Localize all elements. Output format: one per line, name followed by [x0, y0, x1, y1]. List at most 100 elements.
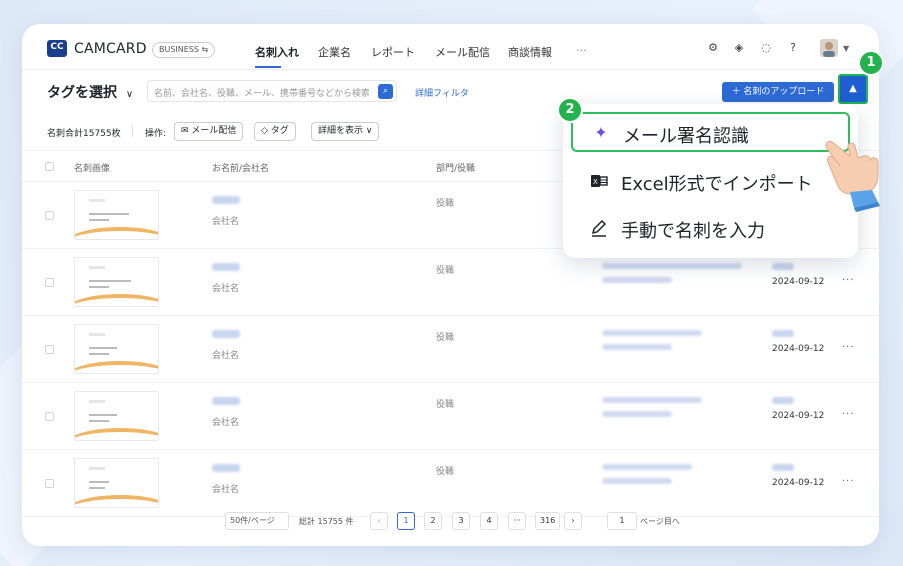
- excel-icon: X: [589, 171, 609, 191]
- page-size-select[interactable]: 50件/ページ: [225, 512, 289, 530]
- card-thumbnail[interactable]: [74, 257, 159, 307]
- mail-delivery-button[interactable]: ✉ メール配信: [174, 122, 244, 141]
- role: 役職: [436, 400, 455, 410]
- settings-icon[interactable]: ⚙: [706, 41, 720, 55]
- row-checkbox[interactable]: [45, 412, 54, 421]
- blurred-email: [602, 330, 702, 336]
- column-card-image: 名刺画像: [74, 164, 111, 174]
- table-row[interactable]: 会社名 役職 2024-09-12 ···: [22, 249, 879, 316]
- menu-item-email-signature[interactable]: ✦ メール署名認識: [571, 112, 850, 152]
- blurred-name: [212, 196, 240, 204]
- layers-icon[interactable]: ◈: [732, 41, 746, 55]
- row-checkbox[interactable]: [45, 278, 54, 287]
- active-tab-indicator: [255, 66, 281, 68]
- tab-companies[interactable]: 企業名: [318, 44, 351, 60]
- avatar[interactable]: [820, 39, 838, 57]
- card-thumbnail[interactable]: [74, 391, 159, 441]
- search-icon[interactable]: ⌕: [378, 84, 393, 99]
- divider: [132, 125, 133, 137]
- total-count: 名刺合計15755枚: [47, 129, 121, 139]
- blurred-phone: [602, 411, 672, 417]
- tag-select-label: タグを選択: [47, 85, 117, 101]
- company-name: 会社名: [212, 284, 240, 294]
- brand-name: CAMCARD: [74, 41, 147, 57]
- pagination: 50件/ページ 総計 15755 件 ‹ 1 2 3 4 ··· 316 › 1…: [22, 508, 879, 538]
- caret-up-icon: ▲: [849, 83, 857, 94]
- role: 役職: [436, 266, 455, 276]
- message-icon[interactable]: ◌: [759, 41, 773, 55]
- page-button[interactable]: 316: [535, 512, 561, 530]
- blurred-owner: [772, 263, 794, 270]
- tag-button[interactable]: ◇ タグ: [254, 122, 296, 141]
- card-thumbnail[interactable]: [74, 190, 159, 240]
- page-button[interactable]: 4: [480, 512, 498, 530]
- company-name: 会社名: [212, 351, 240, 361]
- sparkle-icon: ✦: [594, 123, 608, 142]
- tab-card-holder[interactable]: 名刺入れ: [255, 44, 299, 60]
- tab-more[interactable]: ···: [576, 44, 587, 57]
- card-thumbnail[interactable]: [74, 324, 159, 374]
- step-2-badge: 2: [557, 97, 583, 123]
- company-name: 会社名: [212, 418, 240, 428]
- blurred-owner: [772, 464, 794, 471]
- operation-label: 操作:: [145, 129, 167, 139]
- search-input[interactable]: 名前、会社名、役職、メール、携帯番号などから検索 ⌕: [147, 80, 397, 102]
- tag-select-dropdown[interactable]: タグを選択 ∨: [47, 82, 133, 102]
- page-size-label: 50件/ページ: [230, 516, 275, 525]
- next-page-icon[interactable]: ›: [564, 512, 582, 530]
- help-icon[interactable]: ?: [786, 41, 800, 55]
- search-placeholder: 名前、会社名、役職、メール、携帯番号などから検索: [154, 89, 369, 99]
- detail-filter-link[interactable]: 詳細フィルタ: [415, 86, 469, 99]
- page-button[interactable]: 2: [424, 512, 442, 530]
- menu-item-excel-import[interactable]: X Excel形式でインポート: [571, 162, 850, 202]
- show-details-button[interactable]: 詳細を表示 ∨: [311, 122, 380, 141]
- row-checkbox[interactable]: [45, 479, 54, 488]
- upload-card-button[interactable]: ＋ 名刺のアップロード: [722, 82, 834, 102]
- card-thumbnail[interactable]: [74, 458, 159, 508]
- step-1-badge: 1: [858, 50, 884, 76]
- tab-reports[interactable]: レポート: [371, 44, 415, 60]
- chevron-down-icon[interactable]: ▼: [843, 44, 849, 53]
- blurred-phone: [602, 478, 672, 484]
- upload-options-menu: ✦ メール署名認識 X Excel形式でインポート 手動で名刺を入力: [563, 104, 858, 258]
- camcard-logo: CC: [47, 40, 67, 57]
- pointing-hand-icon: [820, 132, 890, 212]
- select-all-checkbox[interactable]: [45, 162, 54, 171]
- role: 役職: [436, 199, 455, 209]
- blurred-owner: [772, 397, 794, 404]
- registered-date: 2024-09-12: [772, 277, 825, 287]
- chevron-down-icon: ∨: [125, 89, 134, 100]
- row-checkbox[interactable]: [45, 345, 54, 354]
- blurred-email: [602, 397, 702, 403]
- column-name-company: お名前/会社名: [212, 164, 270, 174]
- top-navigation: CC CAMCARD BUSINESS ⇆ 名刺入れ 企業名 レポート メール配…: [22, 24, 879, 70]
- app-window: CC CAMCARD BUSINESS ⇆ 名刺入れ 企業名 レポート メール配…: [22, 24, 879, 546]
- more-icon[interactable]: ···: [842, 409, 855, 420]
- goto-page-label: ページ目へ: [640, 517, 680, 526]
- pen-icon: [589, 218, 609, 238]
- page-ellipsis[interactable]: ···: [508, 512, 526, 530]
- more-icon[interactable]: ···: [842, 476, 855, 487]
- menu-item-manual-entry[interactable]: 手動で名刺を入力: [571, 209, 850, 249]
- table-row[interactable]: 会社名 役職 2024-09-12 ···: [22, 316, 879, 383]
- registered-date: 2024-09-12: [772, 344, 825, 354]
- tab-mail-delivery[interactable]: メール配信: [435, 44, 490, 60]
- upload-options-button[interactable]: ▲: [838, 74, 868, 104]
- prev-page-icon[interactable]: ‹: [370, 512, 388, 530]
- menu-item-label: 手動で名刺を入力: [621, 221, 765, 242]
- page-button[interactable]: 3: [452, 512, 470, 530]
- table-row[interactable]: 会社名 役職 2024-09-12 ···: [22, 383, 879, 450]
- edition-switch[interactable]: BUSINESS ⇆: [152, 42, 216, 58]
- role: 役職: [436, 467, 455, 477]
- blurred-email: [602, 464, 692, 470]
- goto-page-input[interactable]: 1: [607, 512, 637, 530]
- table-row[interactable]: 会社名 役職 2024-09-12 ···: [22, 450, 879, 517]
- page-button[interactable]: 1: [397, 512, 415, 530]
- role: 役職: [436, 333, 455, 343]
- tab-deals[interactable]: 商談情報: [508, 44, 552, 60]
- blurred-owner: [772, 330, 794, 337]
- more-icon[interactable]: ···: [842, 342, 855, 353]
- registered-date: 2024-09-12: [772, 411, 825, 421]
- more-icon[interactable]: ···: [842, 275, 855, 286]
- row-checkbox[interactable]: [45, 211, 54, 220]
